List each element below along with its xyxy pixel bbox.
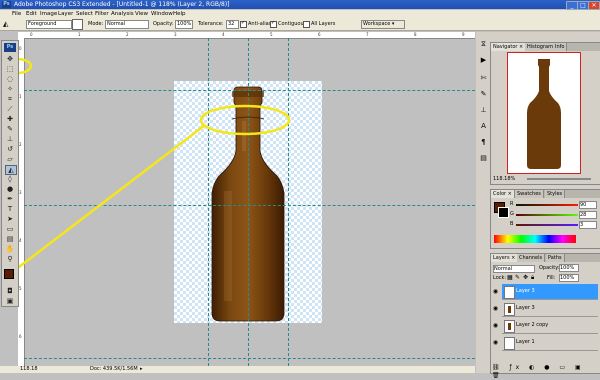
- notes-tool-icon[interactable]: ▤: [5, 235, 15, 243]
- paint-bucket-tool-icon[interactable]: ◭: [5, 165, 17, 175]
- eraser-tool-icon[interactable]: ▱: [5, 155, 15, 163]
- layer-opacity-input[interactable]: 100%: [559, 264, 579, 272]
- visibility-eye-icon[interactable]: ◉: [491, 335, 500, 350]
- visibility-eye-icon[interactable]: ◉: [491, 284, 500, 299]
- lock-label: Lock:: [493, 275, 507, 281]
- color-tabs: Color × Swatches Styles: [491, 190, 600, 198]
- zoom-tool-icon[interactable]: ⚲: [5, 255, 15, 263]
- magic-wand-tool-icon[interactable]: ✧: [5, 85, 15, 93]
- clone-stamp-tool-icon[interactable]: ⊥: [5, 135, 15, 143]
- tab-histogram[interactable]: Histogram: [525, 43, 556, 51]
- lock-all-icon[interactable]: 🔒︎: [531, 274, 534, 282]
- marquee-tool-icon[interactable]: ⬚: [5, 65, 15, 73]
- color-background-swatch[interactable]: [498, 207, 509, 218]
- status-arrow-icon[interactable]: ▸: [140, 366, 143, 373]
- layer-thumbnail: [504, 303, 515, 316]
- history-brush-tool-icon[interactable]: ↺: [5, 145, 15, 153]
- lock-pixels-icon[interactable]: ✎: [515, 274, 520, 281]
- lock-transparency-icon[interactable]: ▦: [507, 274, 513, 281]
- layer-name: Layer 3: [516, 288, 535, 294]
- navigator-zoom-value[interactable]: 118.18%: [493, 176, 515, 182]
- channel-r-input[interactable]: 90: [579, 201, 597, 209]
- clone-source-icon[interactable]: ⊥: [479, 106, 488, 114]
- type-tool-icon[interactable]: T: [5, 205, 15, 213]
- tab-navigator[interactable]: Navigator ×: [491, 43, 527, 51]
- channel-g-slider[interactable]: [516, 214, 578, 216]
- visibility-eye-icon[interactable]: ◉: [491, 301, 500, 316]
- status-zoom[interactable]: 118.18: [20, 366, 38, 373]
- toolbox: Ps ✥ ⬚ ◌ ✧ ⌗ ⟋ ✚ ✎ ⊥ ↺ ▱ ◭ ◊ ● ✒ T ➤ ▭ ▤…: [1, 40, 19, 307]
- tool-presets-icon[interactable]: ✄: [479, 74, 488, 82]
- status-doc-size: Doc: 439.5K/1.56M: [90, 366, 138, 372]
- blur-tool-icon[interactable]: ◊: [5, 175, 15, 183]
- layers-tabs: Layers × Channels Paths: [491, 254, 600, 262]
- layer-row[interactable]: Layer 1: [502, 335, 598, 351]
- blend-mode-select[interactable]: Normal: [493, 265, 535, 273]
- channel-b-label: B: [510, 221, 514, 227]
- brushes-panel-icon[interactable]: ✎: [479, 90, 488, 98]
- layer-name: Layer 2 copy: [516, 322, 549, 328]
- layer-row[interactable]: Layer 3: [502, 301, 598, 317]
- hand-tool-icon[interactable]: ✋: [5, 245, 15, 253]
- history-panel-icon[interactable]: ⧖: [479, 40, 488, 48]
- channel-r-label: R: [510, 201, 514, 207]
- layer-row[interactable]: Layer 2 copy: [502, 318, 598, 334]
- visibility-eye-icon[interactable]: ◉: [491, 318, 500, 333]
- tab-styles[interactable]: Styles: [545, 190, 566, 198]
- annotation-overlay: [1, 57, 291, 271]
- dodge-tool-icon[interactable]: ●: [5, 185, 15, 193]
- color-panel: Color × Swatches Styles R 90 G 28 B 3: [490, 189, 600, 249]
- layer-comps-icon[interactable]: ▤: [479, 154, 488, 162]
- layer-name: Layer 3: [516, 305, 535, 311]
- character-panel-icon[interactable]: A: [479, 122, 488, 130]
- channel-g-input[interactable]: 28: [579, 211, 597, 219]
- layer-thumbnail: [504, 286, 515, 299]
- pen-tool-icon[interactable]: ✒: [5, 195, 15, 203]
- close-button[interactable]: ✕: [588, 1, 600, 10]
- fill-input[interactable]: 100%: [559, 274, 579, 282]
- navigator-tabs: Navigator × Histogram Info: [491, 43, 600, 51]
- quick-mask-icon[interactable]: ◘: [5, 287, 15, 295]
- eyedropper-tool-icon[interactable]: ⟋: [5, 105, 15, 113]
- paragraph-panel-icon[interactable]: ¶: [479, 138, 488, 146]
- path-selection-tool-icon[interactable]: ➤: [5, 215, 15, 223]
- shape-tool-icon[interactable]: ▭: [5, 225, 15, 233]
- channel-b-input[interactable]: 3: [579, 221, 597, 229]
- healing-brush-tool-icon[interactable]: ✚: [5, 115, 15, 123]
- layer-opacity-label: Opacity:: [539, 265, 560, 271]
- layer-thumbnail: [504, 320, 515, 333]
- tab-layers[interactable]: Layers ×: [491, 254, 519, 262]
- brush-tool-icon[interactable]: ✎: [5, 125, 15, 133]
- channel-r-slider[interactable]: [516, 204, 578, 206]
- tab-channels[interactable]: Channels: [517, 254, 546, 262]
- tab-color[interactable]: Color ×: [491, 190, 515, 198]
- crop-tool-icon[interactable]: ⌗: [5, 95, 15, 103]
- layer-name: Layer 1: [516, 339, 535, 345]
- navigator-bottle-thumbnail: [527, 59, 561, 169]
- lasso-tool-icon[interactable]: ◌: [5, 75, 15, 83]
- layer-thumbnail: [504, 337, 515, 350]
- channel-b-slider[interactable]: [516, 224, 578, 226]
- foreground-color-swatch[interactable]: [4, 269, 14, 279]
- ps-logo-icon: Ps: [4, 43, 16, 52]
- actions-panel-icon[interactable]: ▶: [479, 56, 488, 64]
- status-bar: 118.18 Doc: 439.5K/1.56M ▸: [0, 366, 475, 373]
- navigator-zoom-slider[interactable]: [527, 178, 591, 180]
- screen-mode-icon[interactable]: ▣: [5, 297, 15, 305]
- layer-row[interactable]: Layer 3: [502, 284, 598, 300]
- tab-paths[interactable]: Paths: [546, 254, 565, 262]
- navigator-panel: Navigator × Histogram Info 118.18%: [490, 42, 600, 185]
- color-spectrum-ramp[interactable]: [494, 235, 576, 243]
- tab-info[interactable]: Info: [553, 43, 568, 51]
- move-tool-icon[interactable]: ✥: [5, 55, 15, 63]
- layers-footer-buttons[interactable]: ⛓ ƒx ◐ ● ▭ ▣ 🗑︎: [492, 364, 598, 379]
- channel-g-label: G: [510, 211, 514, 217]
- navigator-preview[interactable]: [507, 52, 581, 174]
- tab-swatches[interactable]: Swatches: [515, 190, 544, 198]
- fill-label: Fill:: [547, 275, 556, 281]
- lock-position-icon[interactable]: ✥: [523, 274, 528, 281]
